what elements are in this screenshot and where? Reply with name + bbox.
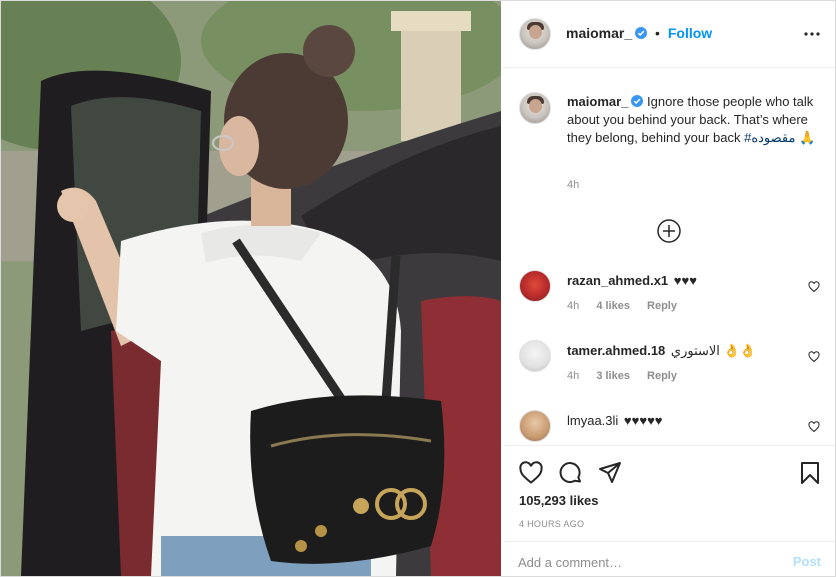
add-comment-bar: Post [502,541,835,576]
load-more-comments-icon[interactable] [656,218,682,244]
post-header: maiomar_ • Follow [502,1,835,68]
reply-button[interactable]: Reply [647,370,677,382]
post-side-panel: maiomar_ • Follow maiomar_ Ignore those … [502,1,835,576]
caption-username[interactable]: maiomar_ [567,94,628,109]
comment-text: razan_ahmed.x1 ♥♥♥ [567,273,697,288]
comment-meta: 4h 3 likes Reply [567,370,691,382]
author-username[interactable]: maiomar_ [566,25,632,41]
caption-time[interactable]: 4h [567,179,579,191]
comment-meta: 4h 4 likes Reply [567,300,691,312]
post-timestamp: 4 HOURS AGO [519,519,585,529]
comment-time[interactable]: 4h [567,370,579,382]
comment-body: ♥♥♥♥♥ [623,413,663,428]
follow-button[interactable]: Follow [668,25,712,41]
caption-author-avatar[interactable] [519,92,551,124]
comment-body: الاستوري 👌👌 [670,343,756,358]
author-avatar[interactable] [519,18,551,50]
more-options-icon[interactable] [803,25,821,43]
comment-item: tamer.ahmed.18 الاستوري 👌👌 4h 3 likes Re… [519,340,820,390]
comment-like-heart-icon[interactable] [808,351,820,363]
commenter-avatar[interactable] [519,270,551,302]
comment-icon[interactable] [558,460,584,486]
comment-like-heart-icon[interactable] [808,421,820,433]
author-line: maiomar_ • Follow [566,25,712,41]
separator-dot: • [655,25,660,41]
post-actions: 105,293 likes 4 HOURS AGO Post [502,445,835,576]
comment-likes[interactable]: 4 likes [596,300,630,312]
verified-badge-icon [635,27,648,39]
comment-likes[interactable]: 3 likes [596,370,630,382]
bookmark-icon[interactable] [797,460,823,486]
commenter-avatar[interactable] [519,410,551,442]
caption-text: maiomar_ Ignore those people who talk ab… [567,93,817,147]
comment-username[interactable]: lmyaa.3li [567,413,618,428]
post-comment-button[interactable]: Post [793,554,821,569]
caption-hashtag[interactable]: #مقصوده [744,130,795,145]
post-photo[interactable] [1,1,501,576]
share-icon[interactable] [597,460,623,486]
comment-username[interactable]: tamer.ahmed.18 [567,343,665,358]
comment-item: lmyaa.3li ♥♥♥♥♥ [519,410,820,445]
comment-like-heart-icon[interactable] [808,281,820,293]
likes-count[interactable]: 105,293 likes [519,493,599,508]
comment-text: tamer.ahmed.18 الاستوري 👌👌 [567,343,756,359]
post-photo-illustration [1,1,501,576]
comments-section[interactable]: maiomar_ Ignore those people who talk ab… [502,68,835,445]
comment-username[interactable]: razan_ahmed.x1 [567,273,668,288]
caption-emoji: 🙏 [799,130,816,145]
add-comment-input[interactable] [518,553,768,571]
comment-time[interactable]: 4h [567,300,579,312]
heart-icon[interactable] [518,460,544,486]
verified-badge-icon [631,95,644,107]
comment-item: razan_ahmed.x1 ♥♥♥ 4h 4 likes Reply [519,270,820,320]
reply-button[interactable]: Reply [647,300,677,312]
commenter-avatar[interactable] [519,340,551,372]
instagram-post-modal: maiomar_ • Follow maiomar_ Ignore those … [0,0,836,577]
comment-text: lmyaa.3li ♥♥♥♥♥ [567,413,663,428]
comment-body: ♥♥♥ [673,273,697,288]
